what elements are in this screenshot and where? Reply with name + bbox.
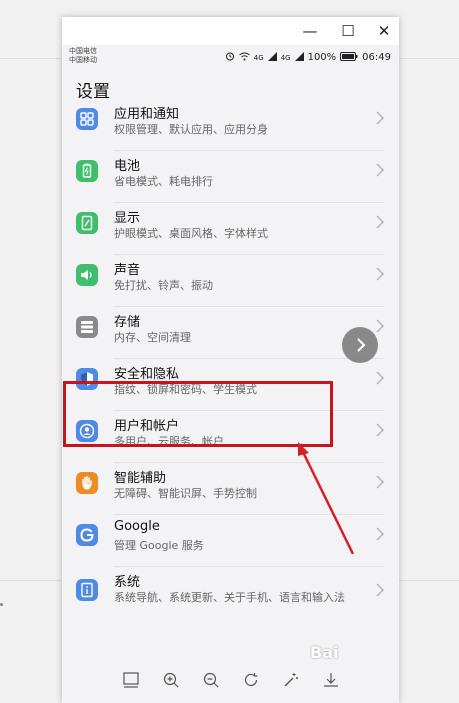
chevron-right-icon xyxy=(376,111,385,125)
settings-item-subtitle: 系统导航、系统更新、关于手机、语言和输入法 xyxy=(114,591,345,604)
chevron-right-icon xyxy=(376,527,385,541)
settings-item-title: 显示 xyxy=(114,211,141,226)
settings-item-subtitle: 内存、空间清理 xyxy=(114,331,191,344)
settings-item-title: 应用和通知 xyxy=(114,107,180,122)
hand-icon xyxy=(76,472,98,494)
settings-item-subtitle: 管理 Google 服务 xyxy=(114,539,204,552)
download-icon[interactable] xyxy=(318,667,344,693)
zoom-out-icon[interactable] xyxy=(198,667,224,693)
settings-item-subtitle: 权限管理、默认应用、应用分身 xyxy=(114,123,268,136)
zoom-in-icon[interactable] xyxy=(158,667,184,693)
wifi-icon xyxy=(238,52,250,64)
minimize-button[interactable]: — xyxy=(298,19,322,43)
settings-item-title: 存储 xyxy=(114,315,141,330)
close-button[interactable]: ✕ xyxy=(372,19,396,43)
chevron-right-icon xyxy=(376,475,385,489)
settings-item-title: 电池 xyxy=(114,159,141,174)
info-icon xyxy=(76,579,98,601)
carrier-2: 中国移动 xyxy=(69,56,97,64)
settings-item-subtitle: 免打扰、铃声、振动 xyxy=(114,279,213,292)
chevron-right-icon xyxy=(376,423,385,437)
network-type-1: 4G xyxy=(253,53,264,62)
screen-icon[interactable] xyxy=(118,667,144,693)
maximize-button[interactable]: ☐ xyxy=(336,19,360,43)
background-dot xyxy=(0,603,3,606)
signal-icon xyxy=(267,51,277,64)
settings-item-display[interactable]: 显示 护眼模式、桌面风格、字体样式 xyxy=(62,203,399,255)
signal-icon xyxy=(294,51,304,64)
rotate-icon[interactable] xyxy=(238,667,264,693)
settings-item-google[interactable]: Google 管理 Google 服务 xyxy=(62,515,399,567)
settings-item-system[interactable]: 系统 系统导航、系统更新、关于手机、语言和输入法 xyxy=(62,567,399,637)
storage-icon xyxy=(76,316,98,338)
battery-percent: 100% xyxy=(307,52,337,63)
settings-item-title: 智能辅助 xyxy=(114,471,167,486)
clock: 06:49 xyxy=(362,52,391,63)
alarm-icon xyxy=(225,51,235,64)
chevron-right-icon xyxy=(376,583,385,597)
settings-item-subtitle: 护眼模式、桌面风格、字体样式 xyxy=(114,227,268,240)
chevron-right-icon xyxy=(376,371,385,385)
settings-item-battery[interactable]: 电池 省电模式、耗电排行 xyxy=(62,151,399,203)
settings-item-title: Google xyxy=(114,519,160,534)
chevron-right-icon xyxy=(357,338,366,352)
highlight-box xyxy=(63,381,333,447)
settings-item-title: 声音 xyxy=(114,263,141,278)
google-icon xyxy=(76,524,98,546)
status-bar: 中国电信 中国移动 4G 4G 100% 06:49 xyxy=(62,45,399,67)
carrier-1: 中国电信 xyxy=(69,47,97,55)
chevron-right-icon xyxy=(376,163,385,177)
window-titlebar: — ☐ ✕ xyxy=(62,17,399,45)
battery-status-icon xyxy=(340,51,358,64)
settings-item-assist[interactable]: 智能辅助 无障碍、智能识屏、手势控制 xyxy=(62,463,399,515)
settings-item-subtitle: 无障碍、智能识屏、手势控制 xyxy=(114,487,257,500)
settings-item-apps[interactable]: 应用和通知 权限管理、默认应用、应用分身 xyxy=(62,99,399,151)
chevron-right-icon xyxy=(376,267,385,281)
network-type-2: 4G xyxy=(280,53,291,62)
settings-item-sound[interactable]: 声音 免打扰、铃声、振动 xyxy=(62,255,399,307)
display-icon xyxy=(76,212,98,234)
settings-item-subtitle: 省电模式、耗电排行 xyxy=(114,175,213,188)
sound-icon xyxy=(76,264,98,286)
battery-icon xyxy=(76,160,98,182)
settings-item-title: 安全和隐私 xyxy=(114,367,180,382)
viewer-toolbar xyxy=(62,657,399,703)
emulator-window: — ☐ ✕ 中国电信 中国移动 4G 4G 100% 06:49 设置 应用和通… xyxy=(62,17,399,703)
floating-nav-button[interactable] xyxy=(342,327,378,363)
settings-item-title: 系统 xyxy=(114,575,141,590)
apps-grid-icon xyxy=(76,108,98,130)
phone-screen: 中国电信 中国移动 4G 4G 100% 06:49 设置 应用和通知 权限管理… xyxy=(62,45,399,703)
status-icons: 4G 4G 100% 06:49 xyxy=(225,51,391,64)
chevron-right-icon xyxy=(376,215,385,229)
watermark: Bai xyxy=(310,643,339,662)
magic-wand-icon[interactable] xyxy=(278,667,304,693)
